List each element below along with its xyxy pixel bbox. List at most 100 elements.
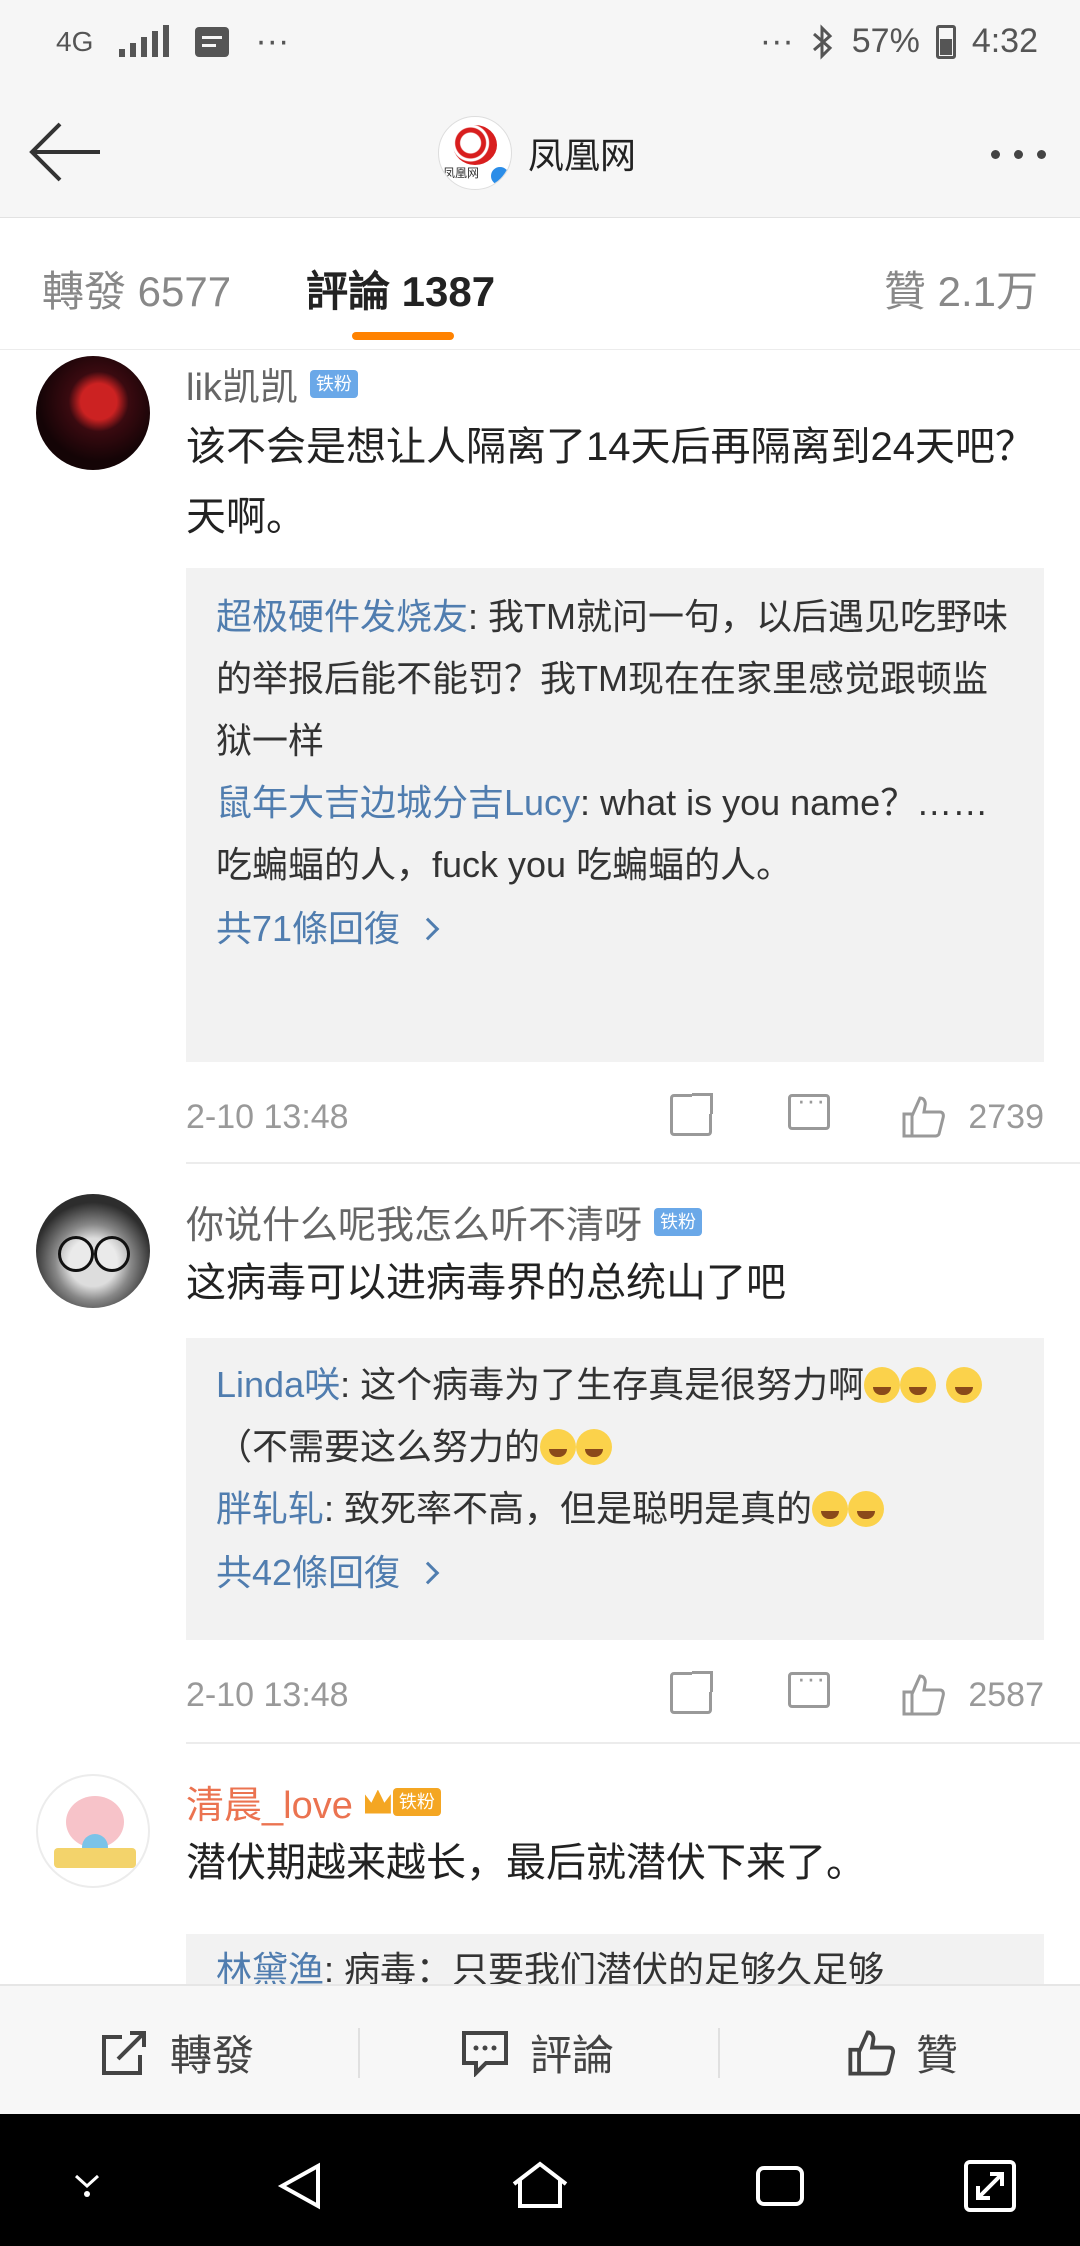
reply-item: Linda咲: 这个病毒为了生存真是很努力啊 （不需要这么努力的 (216, 1354, 1014, 1478)
laugh-cry-emoji-icon (576, 1429, 613, 1465)
comment-text: 该不会是想让人隔离了14天后再隔离到24天吧？天啊。 (186, 425, 1035, 539)
like-icon[interactable] (900, 1094, 946, 1140)
reply-username[interactable]: 胖轧轧 (216, 1488, 324, 1529)
account-header[interactable]: 凤凰网 凤凰网 (438, 116, 636, 190)
bottom-action-bar: 轉發 評論 贊 (0, 1984, 1080, 2114)
comment-text: 潜伏期越来越长，最后就潜伏下来了。 (186, 1841, 866, 1885)
username-text[interactable]: 清晨_love (186, 1774, 353, 1829)
expand-icon[interactable] (962, 2158, 1018, 2214)
comment-text: 这病毒可以进病毒界的总统山了吧 (186, 1261, 786, 1305)
comment-icon (462, 2030, 508, 2077)
comment-item: 清晨_love 铁粉 潜伏期越来越长，最后就潜伏下来了。 林黛渔: 病毒：只要我… (0, 1774, 1080, 1984)
bluetooth-icon (812, 23, 832, 60)
comment-time: 2-10 13:48 (186, 1676, 349, 1714)
grin-emoji-icon (812, 1491, 849, 1527)
replies-box[interactable]: 林黛渔: 病毒：只要我们潜伏的足够久足够 (186, 1934, 1044, 1984)
share-icon[interactable] (670, 1093, 713, 1136)
comment-username[interactable]: 你说什么呢我怎么听不清呀 铁粉 (186, 1194, 703, 1249)
comment-item: lik凯凯 铁粉 该不会是想让人隔离了14天后再隔离到24天吧？天啊。 超极硬件… (0, 352, 1080, 1162)
chevron-down-icon[interactable] (64, 2158, 110, 2204)
grin-emoji-icon (848, 1491, 885, 1527)
clock: 4:32 (971, 22, 1038, 60)
share-icon[interactable] (670, 1671, 713, 1714)
more-replies-label[interactable]: 共42條回復 (216, 1542, 400, 1604)
replies-box[interactable]: 超极硬件发烧友: 我TM就问一句，以后遇见吃野味的举报后能不能罚？我TM现在在家… (186, 568, 1044, 1062)
status-bar: 4G ··· ··· 57% 4:32 (0, 0, 1080, 90)
verified-icon (489, 165, 511, 187)
comment-time: 2-10 13:48 (186, 1098, 349, 1136)
fan-badge: 铁粉 (309, 369, 358, 398)
more-dots-icon[interactable] (991, 150, 1046, 159)
divider (186, 1742, 1080, 1744)
like-icon (848, 2029, 896, 2076)
network-type: 4G (56, 25, 94, 57)
divider (186, 1162, 1080, 1164)
separator (718, 2028, 720, 2078)
laugh-cry-emoji-icon (864, 1367, 901, 1403)
comment-item: 你说什么呢我怎么听不清呀 铁粉 这病毒可以进病毒界的总统山了吧 Linda咲: … (0, 1194, 1080, 1740)
reply-text-cont: （不需要这么努力的 (216, 1426, 541, 1467)
laugh-cry-emoji-icon (900, 1367, 937, 1403)
like-icon[interactable] (900, 1672, 946, 1718)
like-button[interactable]: 贊 (846, 2022, 958, 2083)
back-nav-icon[interactable] (274, 2158, 330, 2214)
reply-text: : 这个病毒为了生存真是很努力啊 (340, 1364, 865, 1405)
laugh-cry-emoji-icon (540, 1429, 577, 1465)
logo-text: 凤凰网 (443, 166, 480, 180)
chevron-right-icon (416, 917, 440, 941)
comment-meta: 2-10 13:48 2739 (186, 1085, 1044, 1148)
forward-button[interactable]: 轉發 (100, 2022, 254, 2083)
system-nav-bar (0, 2114, 1080, 2246)
phoenix-logo-icon (453, 125, 497, 165)
tab-forward[interactable]: 轉發 6577 (42, 258, 231, 319)
active-tab-indicator (352, 332, 454, 340)
more-replies-label[interactable]: 共71條回復 (216, 898, 400, 960)
like-label[interactable]: 贊 (916, 2022, 958, 2083)
comment-button[interactable]: 評論 (460, 2022, 614, 2083)
recent-apps-icon[interactable] (752, 2158, 808, 2214)
avatar[interactable] (36, 1774, 150, 1888)
laptop-illustration (54, 1848, 136, 1868)
status-overflow-right: ··· (759, 22, 794, 60)
reply-username[interactable]: Linda咲 (216, 1364, 340, 1405)
page-title: 凤凰网 (528, 135, 637, 176)
comment-username[interactable]: 清晨_love 铁粉 (186, 1774, 441, 1829)
reply-item: 胖轧轧: 致死率不高，但是聪明是真的 (216, 1478, 1014, 1540)
reply-text: : 病毒：只要我们潜伏的足够久足够 (324, 1949, 885, 1984)
avatar[interactable] (36, 356, 150, 470)
battery-percent: 57% (851, 22, 920, 60)
tab-comments[interactable]: 評論 1387 (306, 258, 495, 319)
comment-meta: 2-10 13:48 2587 (186, 1663, 1044, 1726)
reply-text: : 致死率不高，但是聪明是真的 (324, 1488, 813, 1529)
comment-username[interactable]: lik凯凯 铁粉 (186, 356, 358, 411)
reply-item: 鼠年大吉边城分吉Lucy: what is you name？…… 吃蝙蝠的人，… (216, 772, 1014, 896)
more-replies-link[interactable]: 共42條回復 (216, 1542, 1014, 1604)
avatar[interactable] (36, 1194, 150, 1308)
comment-label[interactable]: 評論 (530, 2022, 614, 2083)
reply-item: 超极硬件发烧友: 我TM就问一句，以后遇见吃野味的举报后能不能罚？我TM现在在家… (216, 586, 1014, 772)
vip-crown-icon: 铁粉 (364, 1787, 441, 1816)
status-overflow: ··· (255, 22, 290, 60)
comment-icon[interactable] (788, 1663, 830, 1708)
home-icon[interactable] (510, 2158, 570, 2214)
nav-bar: 凤凰网 凤凰网 (0, 90, 1080, 218)
back-arrow-icon[interactable] (28, 120, 104, 184)
forward-label[interactable]: 轉發 (170, 2022, 254, 2083)
tab-likes[interactable]: 贊 2.1万 (884, 258, 1038, 319)
account-avatar[interactable]: 凤凰网 (438, 116, 512, 190)
username-text[interactable]: lik凯凯 (186, 356, 298, 411)
like-count: 2587 (968, 1676, 1044, 1714)
more-replies-link[interactable]: 共71條回復 (216, 898, 1014, 960)
laugh-cry-emoji-icon (946, 1367, 983, 1403)
reply-username[interactable]: 鼠年大吉边城分吉Lucy (216, 782, 580, 823)
replies-box[interactable]: Linda咲: 这个病毒为了生存真是很努力啊 （不需要这么努力的 胖轧轧: 致死… (186, 1338, 1044, 1640)
tab-bar: 轉發 6577 評論 1387 贊 2.1万 (0, 218, 1080, 350)
fan-badge: 铁粉 (654, 1207, 703, 1236)
battery-icon (935, 24, 956, 59)
username-text[interactable]: 你说什么呢我怎么听不清呀 (186, 1194, 642, 1249)
reply-username[interactable]: 林黛渔 (216, 1949, 324, 1984)
comment-icon[interactable] (788, 1085, 830, 1130)
separator (358, 2028, 360, 2078)
reply-username[interactable]: 超极硬件发烧友 (216, 596, 468, 637)
like-count: 2739 (968, 1098, 1044, 1136)
